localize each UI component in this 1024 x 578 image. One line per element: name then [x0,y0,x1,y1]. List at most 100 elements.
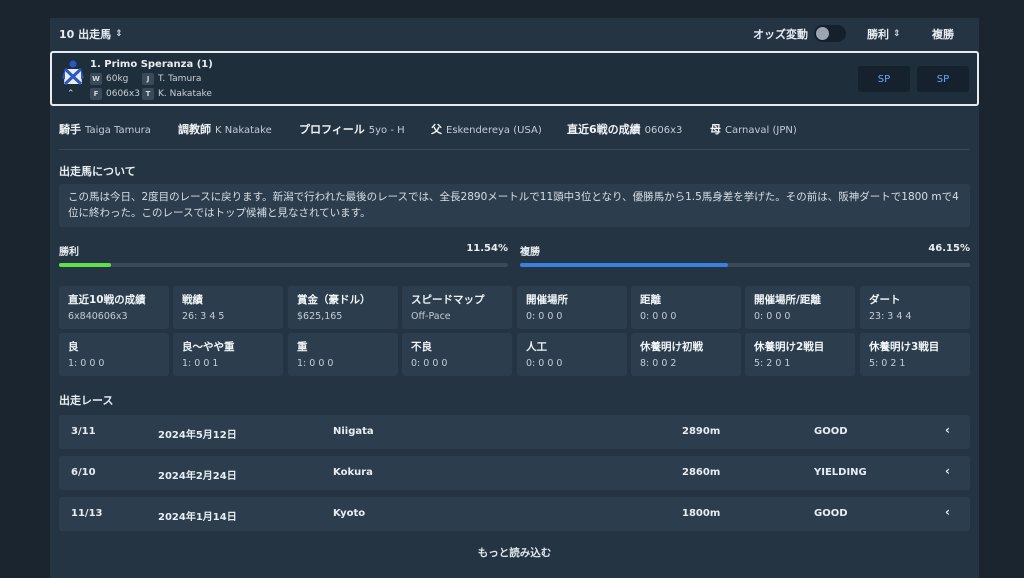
stat-title: 不良 [411,341,432,353]
stat-title: 休養明け初戦 [640,341,703,353]
race-going: YIELDING [814,467,867,478]
profile-info-label: プロフィール [299,123,365,136]
sort-updown-icon: ⇕ [115,28,123,39]
stat-tile: 戦績 26: 3 4 5 [173,286,283,329]
runners-label: 10 出走馬 [59,28,112,41]
stat-value: 23: 3 4 4 [869,311,912,322]
stat-title: 距離 [640,294,661,306]
dam-info-value: Carnaval (JPN) [725,125,797,136]
race-row[interactable]: 6/10 2024年2月24日 Kokura 2860m YIELDING ‹ [59,456,970,490]
win-prob-fill [59,263,111,267]
place-sp-button[interactable]: SP [917,66,969,92]
stat-tile: 休養明け3戦目 5: 0 2 1 [860,333,970,376]
stat-title: 開催場所/距離 [754,294,821,306]
weight-tag: W [90,73,102,85]
stat-value: 6x840606x3 [68,311,128,322]
expand-chevron-icon[interactable]: ‹ [945,464,950,478]
stat-tile: 休養明け初戦 8: 0 0 2 [631,333,741,376]
stat-value: 1: 0 0 0 [297,358,334,369]
stat-value: 5: 2 0 1 [754,358,791,369]
stat-tile: 人工 0: 0 0 0 [517,333,627,376]
race-distance: 2860m [682,467,721,478]
stat-value: Off-Pace [411,311,451,322]
trainer-meta: T K. Nakatake [142,88,212,100]
load-more-button[interactable]: もっと読み込む [50,545,979,560]
stat-title: スピードマップ [411,294,485,306]
profile-info: プロフィール 5yo - H [299,121,405,137]
expand-chevron-icon[interactable]: ‹ [945,505,950,519]
selected-horse-card[interactable]: ⌃ 1. Primo Speranza (1) W 60kg J T. Tamu… [50,51,979,106]
stat-tile: 賞金（豪ドル） $625,165 [288,286,398,329]
odds-change-label: オッズ変動 [753,28,808,41]
stat-tile: 開催場所 0: 0 0 0 [517,286,627,329]
odds-change-toggle[interactable] [814,25,846,42]
stat-title: 人工 [526,341,547,353]
stat-tile: 重 1: 0 0 0 [288,333,398,376]
stat-title: 休養明け2戦目 [754,341,825,353]
stat-tile: 良 1: 0 0 0 [59,333,169,376]
profile-info-value: 5yo - H [368,125,405,136]
recent-form-label: 直近6戦の成績 [567,123,641,136]
place-prob-fill [520,263,728,267]
win-prob-value: 11.54% [466,243,508,254]
stat-value: 1: 0 0 0 [68,358,105,369]
recent-form-value: 0606x3 [644,125,683,136]
race-venue: Kokura [333,467,373,478]
race-position: 6/10 [71,467,96,478]
sort-updown-icon: ⇕ [893,28,901,39]
stat-title: 休養明け3戦目 [869,341,940,353]
jockey-info: 騎手 Taiga Tamura [59,121,151,137]
trainer-info-label: 調教師 [178,123,211,136]
race-date: 2024年5月12日 [158,430,237,441]
stat-tile: 不良 0: 0 0 0 [402,333,512,376]
recent-form-info: 直近6戦の成績 0606x3 [567,121,682,137]
runners-selector[interactable]: 10 出走馬 ⇕ [59,26,123,42]
form-meta: F 0606x3 [90,88,140,100]
stat-value: 0: 0 0 0 [526,358,563,369]
form-tag: F [90,88,102,100]
weight-value: 60kg [106,74,129,84]
trainer-info-value: K Nakatake [215,125,272,136]
collapse-chevron-icon[interactable]: ⌃ [67,89,75,99]
stat-value: 0: 0 0 0 [526,311,563,322]
trainer-tag: T [142,88,154,100]
jockey-value: T. Tamura [158,74,202,84]
place-prob-bar [520,263,970,267]
sire-info: 父 Eskendereya (USA) [431,121,542,137]
place-prob-label: 複勝 [520,247,540,258]
race-going: GOOD [814,426,848,437]
stat-title: 戦績 [182,294,203,306]
race-row[interactable]: 11/13 2024年1月14日 Kyoto 1800m GOOD ‹ [59,497,970,531]
stat-tile: 良〜やや重 1: 0 0 1 [173,333,283,376]
race-distance: 1800m [682,508,721,519]
about-text: この馬は今日、2度目のレースに戻ります。新潟で行われた最後のレースでは、全長28… [59,184,970,227]
weight-meta: W 60kg [90,73,128,85]
race-row[interactable]: 3/11 2024年5月12日 Niigata 2890m GOOD ‹ [59,415,970,449]
stat-title: 開催場所 [526,294,568,306]
dam-info: 母 Carnaval (JPN) [710,121,797,137]
stat-title: 良 [68,341,79,353]
stat-value: 0: 0 0 0 [411,358,448,369]
win-sort-selector[interactable]: 勝利 ⇕ [867,26,901,42]
stat-value: 8: 0 0 2 [640,358,677,369]
sire-info-label: 父 [431,123,442,136]
trainer-value: K. Nakatake [158,89,212,99]
about-title: 出走馬について [59,165,136,178]
jockey-info-value: Taiga Tamura [85,125,151,136]
jockey-meta: J T. Tamura [142,73,201,85]
horse-name: 1. Primo Speranza (1) [90,59,213,70]
jockey-info-label: 騎手 [59,123,81,136]
jockey-tag: J [142,73,154,85]
section-divider [59,149,970,150]
win-sp-button[interactable]: SP [858,66,910,92]
stat-tile: 直近10戦の成績 6x840606x3 [59,286,169,329]
place-column-label[interactable]: 複勝 [932,26,954,42]
stat-title: 重 [297,341,308,353]
stat-tile: スピードマップ Off-Pace [402,286,512,329]
horse-detail-panel: 10 出走馬 ⇕ オッズ変動 勝利 ⇕ 複勝 ⌃ 1. Primo Speran… [50,18,979,578]
stat-tile: ダート 23: 3 4 4 [860,286,970,329]
dam-info-label: 母 [710,123,721,136]
win-prob-bar [59,263,508,267]
expand-chevron-icon[interactable]: ‹ [945,423,950,437]
stat-tile: 休養明け2戦目 5: 2 0 1 [745,333,855,376]
